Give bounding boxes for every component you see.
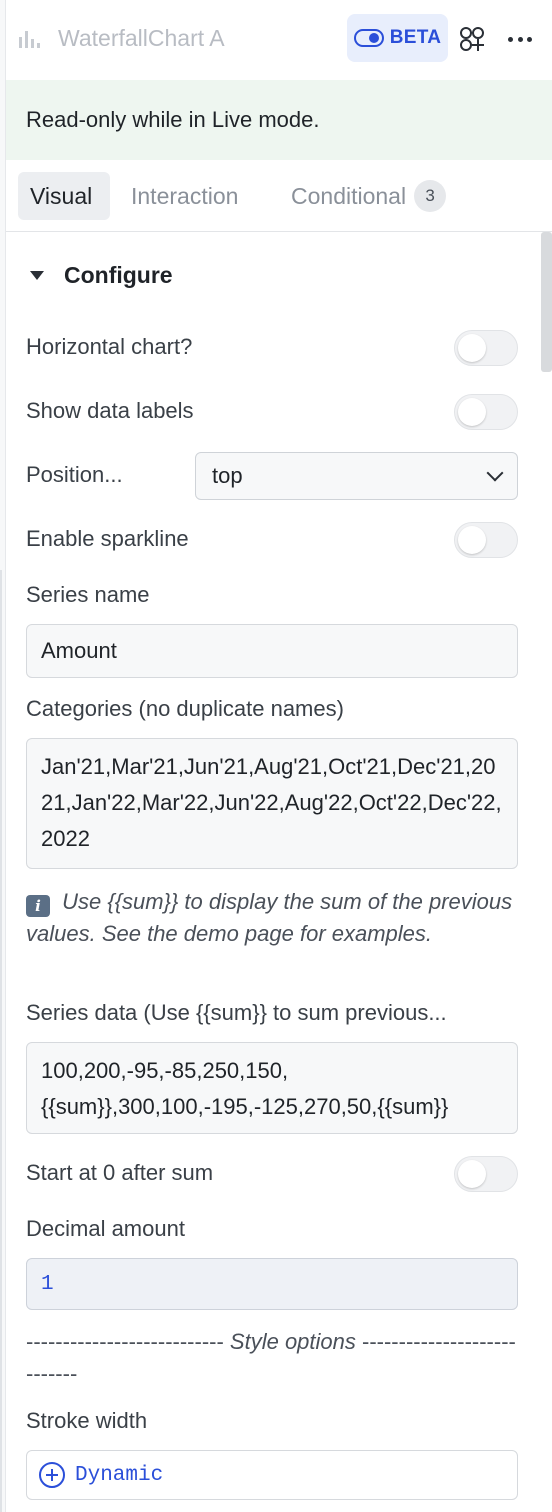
configure-section-toggle[interactable]: Configure bbox=[30, 262, 173, 289]
conditional-count-badge: 3 bbox=[414, 180, 447, 212]
series-data-label: Series data (Use {{sum}} to sum previous… bbox=[26, 1000, 447, 1025]
info-icon: i bbox=[26, 895, 50, 917]
start-at-zero-toggle[interactable] bbox=[454, 1156, 518, 1192]
plus-circle-icon bbox=[39, 1462, 65, 1488]
series-name-input[interactable]: Amount bbox=[26, 624, 518, 678]
position-select[interactable]: top bbox=[195, 452, 518, 500]
toggle-icon bbox=[353, 29, 384, 47]
stroke-width-label: Stroke width bbox=[26, 1408, 148, 1433]
categories-label: Categories (no duplicate names) bbox=[26, 696, 344, 721]
series-data-line-2: {{sum}},300,100,-195,-125,270,50,{{sum}} bbox=[41, 1094, 449, 1119]
tab-visual[interactable]: Visual bbox=[18, 172, 110, 220]
caret-down-icon bbox=[30, 271, 44, 280]
enable-sparkline-toggle[interactable] bbox=[454, 522, 518, 558]
sum-hint: i Use {{sum}} to display the sum of the … bbox=[26, 886, 522, 950]
chevron-down-icon bbox=[486, 464, 504, 482]
stroke-width-dynamic-button[interactable]: Dynamic bbox=[26, 1450, 518, 1500]
beta-label: BETA bbox=[389, 27, 442, 48]
beta-toggle-button[interactable]: BETA bbox=[347, 14, 448, 62]
bar-chart-icon bbox=[19, 31, 40, 48]
style-options-heading: Style options bbox=[223, 1329, 362, 1354]
start-at-zero-label: Start at 0 after sum bbox=[26, 1160, 214, 1185]
style-options-divider: --------------------------- Style option… bbox=[26, 1326, 522, 1390]
categories-textarea[interactable]: Jan'21,Mar'21,Jun'21,Aug'21,Oct'21,Dec'2… bbox=[26, 738, 518, 869]
series-data-line-1: 100,200,-95,-85,250,150, bbox=[41, 1058, 289, 1083]
apps-add-icon[interactable] bbox=[458, 25, 486, 53]
section-title: Configure bbox=[64, 262, 173, 288]
more-horizontal-icon[interactable] bbox=[505, 25, 535, 53]
panel-tabs: Visual Interaction Conditional 3 bbox=[6, 160, 552, 232]
show-data-labels-toggle[interactable] bbox=[454, 394, 518, 430]
scrollbar-thumb[interactable] bbox=[541, 232, 552, 372]
enable-sparkline-label: Enable sparkline bbox=[26, 526, 189, 551]
tab-conditional[interactable]: Conditional 3 bbox=[291, 172, 447, 220]
live-mode-banner: Read-only while in Live mode. bbox=[6, 80, 552, 160]
horizontal-chart-label: Horizontal chart? bbox=[26, 334, 193, 359]
panel-header: WaterfallChart A BETA bbox=[6, 0, 552, 78]
edge-marker bbox=[0, 570, 2, 1512]
sum-hint-text: Use {{sum}} to display the sum of the pr… bbox=[26, 889, 513, 946]
decimal-amount-label: Decimal amount bbox=[26, 1216, 185, 1241]
component-title[interactable]: WaterfallChart A bbox=[58, 22, 225, 54]
position-label: Position... bbox=[26, 462, 123, 487]
tab-interaction[interactable]: Interaction bbox=[131, 172, 238, 220]
tab-conditional-label: Conditional bbox=[291, 182, 407, 209]
horizontal-chart-toggle[interactable] bbox=[454, 330, 518, 366]
series-data-textarea[interactable]: 100,200,-95,-85,250,150, {{sum}},300,100… bbox=[26, 1042, 518, 1134]
divider-dashes-left: --------------------------- bbox=[26, 1329, 224, 1354]
series-name-label: Series name bbox=[26, 582, 150, 607]
dynamic-label: Dynamic bbox=[75, 1463, 164, 1487]
show-data-labels-label: Show data labels bbox=[26, 398, 194, 423]
decimal-amount-input[interactable]: 1 bbox=[26, 1258, 518, 1310]
position-value: top bbox=[212, 463, 243, 488]
